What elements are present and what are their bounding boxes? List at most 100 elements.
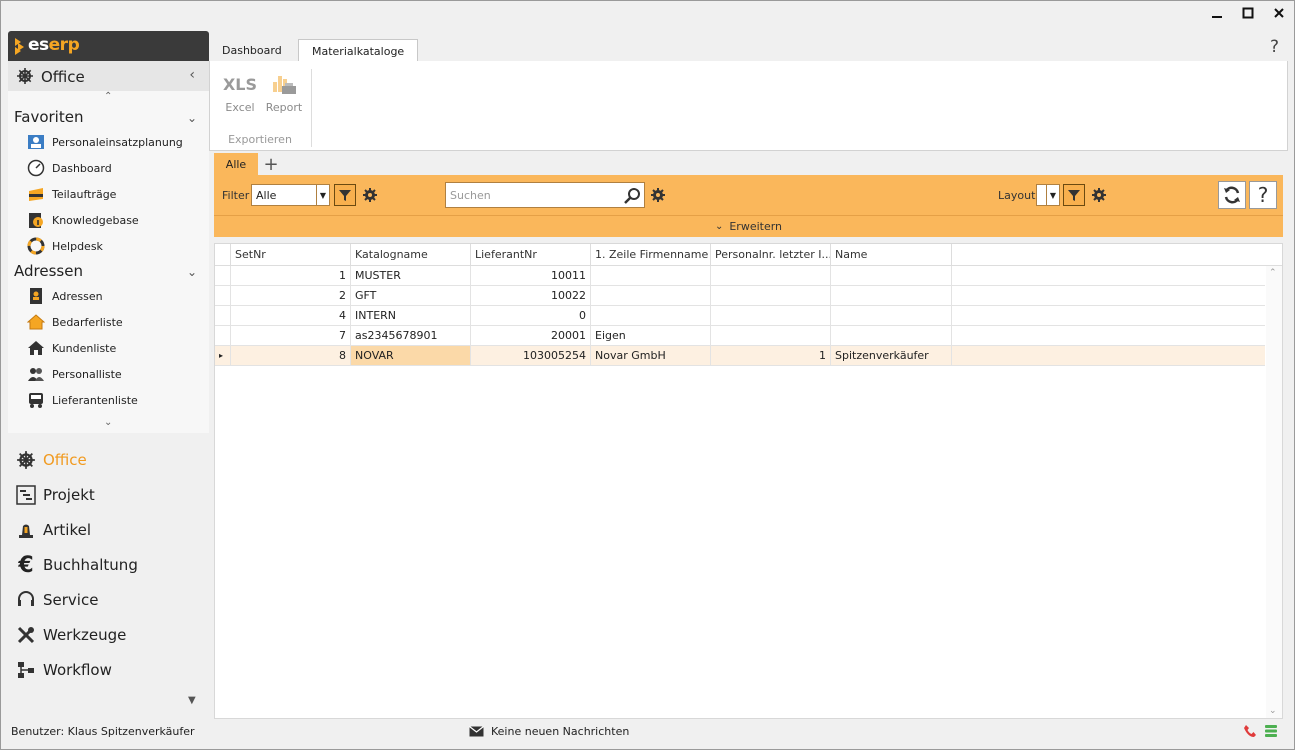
chevron-down-icon[interactable]: ▼ [316, 185, 329, 205]
excel-label: Excel [225, 101, 255, 114]
cell-katalogname[interactable]: NOVAR [351, 346, 471, 366]
cell-firmenname[interactable] [591, 286, 711, 306]
cell-name[interactable] [831, 306, 952, 326]
close-button[interactable] [1263, 1, 1294, 25]
sidebar-item-kundenliste[interactable]: Kundenliste [27, 337, 116, 359]
cell-personalnr[interactable]: 1 [711, 346, 831, 366]
layout-select[interactable]: ▼ [1036, 184, 1060, 206]
cell-name[interactable] [831, 266, 952, 286]
sidebar-item-lieferantenliste[interactable]: Lieferantenliste [27, 389, 138, 411]
chevron-down-icon[interactable]: ▼ [1046, 185, 1059, 205]
sidebar-item-helpdesk[interactable]: Helpdesk [27, 235, 103, 257]
cell-personalnr[interactable] [711, 286, 831, 306]
cell-setnr[interactable]: 2 [231, 286, 351, 306]
maximize-button[interactable] [1232, 1, 1263, 25]
help-icon[interactable]: ? [1270, 37, 1279, 57]
collapse-sidebar-icon[interactable]: ‹ [189, 67, 195, 83]
cell-lieferantnr[interactable]: 103005254 [471, 346, 591, 366]
column-header-firmenname[interactable]: 1. Zeile Firmenname [591, 244, 711, 266]
toolbar-help-button[interactable]: ? [1249, 181, 1277, 209]
truck-icon [27, 391, 45, 409]
excel-export-button[interactable]: XLS Excel [220, 69, 260, 115]
table-row[interactable]: 4 INTERN 0 [215, 306, 1265, 326]
filter-settings-icon[interactable] [362, 187, 378, 203]
add-view-icon[interactable]: + [260, 153, 282, 175]
cell-name[interactable]: Spitzenverkäufer [831, 346, 952, 366]
module-artikel[interactable]: Artikel [14, 515, 91, 545]
refresh-button[interactable] [1218, 181, 1246, 209]
minimize-button[interactable] [1201, 1, 1232, 25]
scroll-down-icon[interactable]: ⌄ [104, 417, 112, 428]
tab-materialkataloge[interactable]: Materialkataloge [298, 39, 419, 62]
filter-funnel-button[interactable] [334, 184, 356, 206]
cell-personalnr[interactable] [711, 326, 831, 346]
cell-katalogname[interactable]: INTERN [351, 306, 471, 326]
table-row[interactable]: 7 as2345678901 20001 Eigen [215, 326, 1265, 346]
scroll-up-icon[interactable]: ⌃ [1269, 268, 1277, 278]
sidebar-item-knowledgebase[interactable]: Knowledgebase [27, 209, 139, 231]
phone-icon[interactable] [1243, 724, 1257, 738]
layout-funnel-button[interactable] [1063, 184, 1085, 206]
chevron-down-icon[interactable]: ⌄ [187, 111, 197, 125]
cell-name[interactable] [831, 286, 952, 306]
cell-lieferantnr[interactable]: 0 [471, 306, 591, 326]
column-header-personalnr[interactable]: Personalnr. letzter I... [711, 244, 831, 266]
cell-setnr[interactable]: 4 [231, 306, 351, 326]
module-buchhaltung[interactable]: € Buchhaltung [14, 550, 138, 580]
sidebar-item-personalliste[interactable]: Personalliste [27, 363, 122, 385]
module-office[interactable]: Office [14, 445, 87, 475]
cell-lieferantnr[interactable]: 20001 [471, 326, 591, 346]
cell-firmenname[interactable]: Novar GmbH [591, 346, 711, 366]
cell-personalnr[interactable] [711, 266, 831, 286]
cell-personalnr[interactable] [711, 306, 831, 326]
scroll-down-icon[interactable]: ⌄ [1269, 706, 1277, 716]
search-input[interactable]: Suchen [445, 182, 645, 208]
cell-katalogname[interactable]: MUSTER [351, 266, 471, 286]
group-favoriten[interactable]: Favoriten [14, 108, 83, 126]
layout-settings-icon[interactable] [1091, 187, 1107, 203]
column-header-name[interactable]: Name [831, 244, 952, 266]
sidebar-item-personaleinsatzplanung[interactable]: Personaleinsatzplanung [27, 131, 183, 153]
cell-setnr[interactable]: 8 [231, 346, 351, 366]
chevron-down-icon[interactable]: ⌄ [187, 265, 197, 279]
cell-firmenname[interactable] [591, 266, 711, 286]
module-service[interactable]: Service [14, 585, 98, 615]
database-icon[interactable] [1264, 724, 1278, 738]
expand-bar[interactable]: ⌄ Erweitern [214, 215, 1283, 237]
module-projekt[interactable]: Projekt [14, 480, 95, 510]
cell-lieferantnr[interactable]: 10011 [471, 266, 591, 286]
column-header-katalogname[interactable]: Katalogname [351, 244, 471, 266]
sidebar-item-teilauftraege[interactable]: Teilaufträge [27, 183, 116, 205]
sidebar-item-dashboard[interactable]: Dashboard [27, 157, 112, 179]
view-tab-alle[interactable]: Alle [214, 153, 258, 175]
search-icon[interactable] [624, 187, 641, 204]
cell-setnr[interactable]: 7 [231, 326, 351, 346]
filter-select[interactable]: Alle ▼ [251, 184, 330, 206]
cell-setnr[interactable]: 1 [231, 266, 351, 286]
sidebar-item-adressen[interactable]: Adressen [27, 285, 103, 307]
module-workflow[interactable]: Workflow [14, 655, 112, 685]
module-werkzeuge[interactable]: Werkzeuge [14, 620, 126, 650]
report-button[interactable]: Report [264, 69, 304, 114]
cell-name[interactable] [831, 326, 952, 346]
column-header-filler [952, 244, 1282, 266]
vertical-scrollbar[interactable]: ⌃ ⌄ [1266, 266, 1282, 718]
sidebar-item-bedarferliste[interactable]: Bedarferliste [27, 311, 123, 333]
table-row[interactable]: 1 MUSTER 10011 [215, 266, 1265, 286]
group-adressen[interactable]: Adressen [14, 262, 83, 280]
cell-firmenname[interactable]: Eigen [591, 326, 711, 346]
cell-lieferantnr[interactable]: 10022 [471, 286, 591, 306]
table-row-selected[interactable]: ▸ 8 NOVAR 103005254 Novar GmbH 1 Spitzen… [215, 346, 1265, 366]
cell-katalogname[interactable]: as2345678901 [351, 326, 471, 346]
table-row[interactable]: 2 GFT 10022 [215, 286, 1265, 306]
tab-dashboard[interactable]: Dashboard [209, 39, 295, 61]
cell-firmenname[interactable] [591, 306, 711, 326]
search-settings-icon[interactable] [650, 187, 666, 203]
cell-katalogname[interactable]: GFT [351, 286, 471, 306]
column-header-lieferantnr[interactable]: LieferantNr [471, 244, 591, 266]
column-header-setnr[interactable]: SetNr [231, 244, 351, 266]
module-header[interactable]: Office ‹ [8, 61, 209, 91]
messages-status[interactable]: Keine neuen Nachrichten [491, 725, 629, 738]
scroll-up-icon[interactable]: ⌃ [104, 91, 112, 102]
more-modules-icon[interactable]: ▼ [188, 695, 196, 706]
